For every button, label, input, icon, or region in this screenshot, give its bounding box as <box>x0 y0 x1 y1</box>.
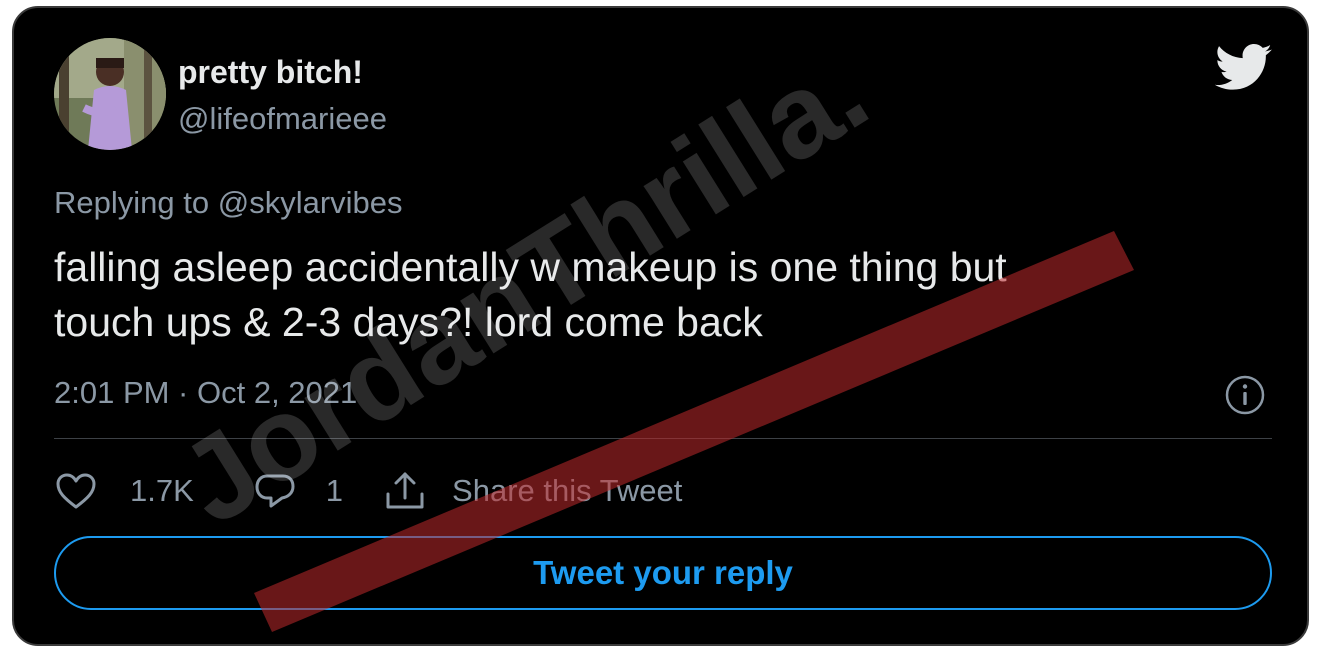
replying-to: Replying to @skylarvibes <box>54 185 403 221</box>
replying-to-mention[interactable]: @skylarvibes <box>218 185 403 220</box>
comment-bubble-icon <box>255 474 295 508</box>
tweet-card: pretty bitch! @lifeofmarieee Replying to… <box>12 6 1309 646</box>
reply-count: 1 <box>325 473 344 508</box>
tweet-text-line: touch ups & 2-3 days?! lord come back <box>54 299 763 345</box>
info-icon[interactable] <box>1224 374 1266 416</box>
replying-prefix: Replying to <box>54 185 210 220</box>
share-button[interactable]: Share this Tweet <box>383 470 682 512</box>
like-button[interactable]: 1.7K <box>54 471 254 511</box>
avatar-image <box>54 38 166 150</box>
heart-icon <box>56 473 96 509</box>
twitter-bird-icon[interactable] <box>1215 44 1273 92</box>
share-label: Share this Tweet <box>452 473 683 508</box>
like-count: 1.7K <box>130 473 194 508</box>
display-name[interactable]: pretty bitch! <box>178 54 363 91</box>
tweet-your-reply-button[interactable]: Tweet your reply <box>54 536 1272 610</box>
reply-action-button[interactable]: 1 <box>254 471 383 511</box>
user-handle[interactable]: @lifeofmarieee <box>178 101 387 137</box>
timestamp[interactable]: 2:01 PM · Oct 2, 2021 <box>54 375 357 411</box>
divider <box>54 438 1272 439</box>
tweet-text: falling asleep accidentally w makeup is … <box>54 240 1254 350</box>
tweet-text-line: falling asleep accidentally w makeup is … <box>54 244 1007 290</box>
share-upload-icon <box>386 472 424 509</box>
avatar[interactable] <box>54 38 166 150</box>
action-bar: 1.7K 1 Share this Tweet <box>54 468 682 514</box>
